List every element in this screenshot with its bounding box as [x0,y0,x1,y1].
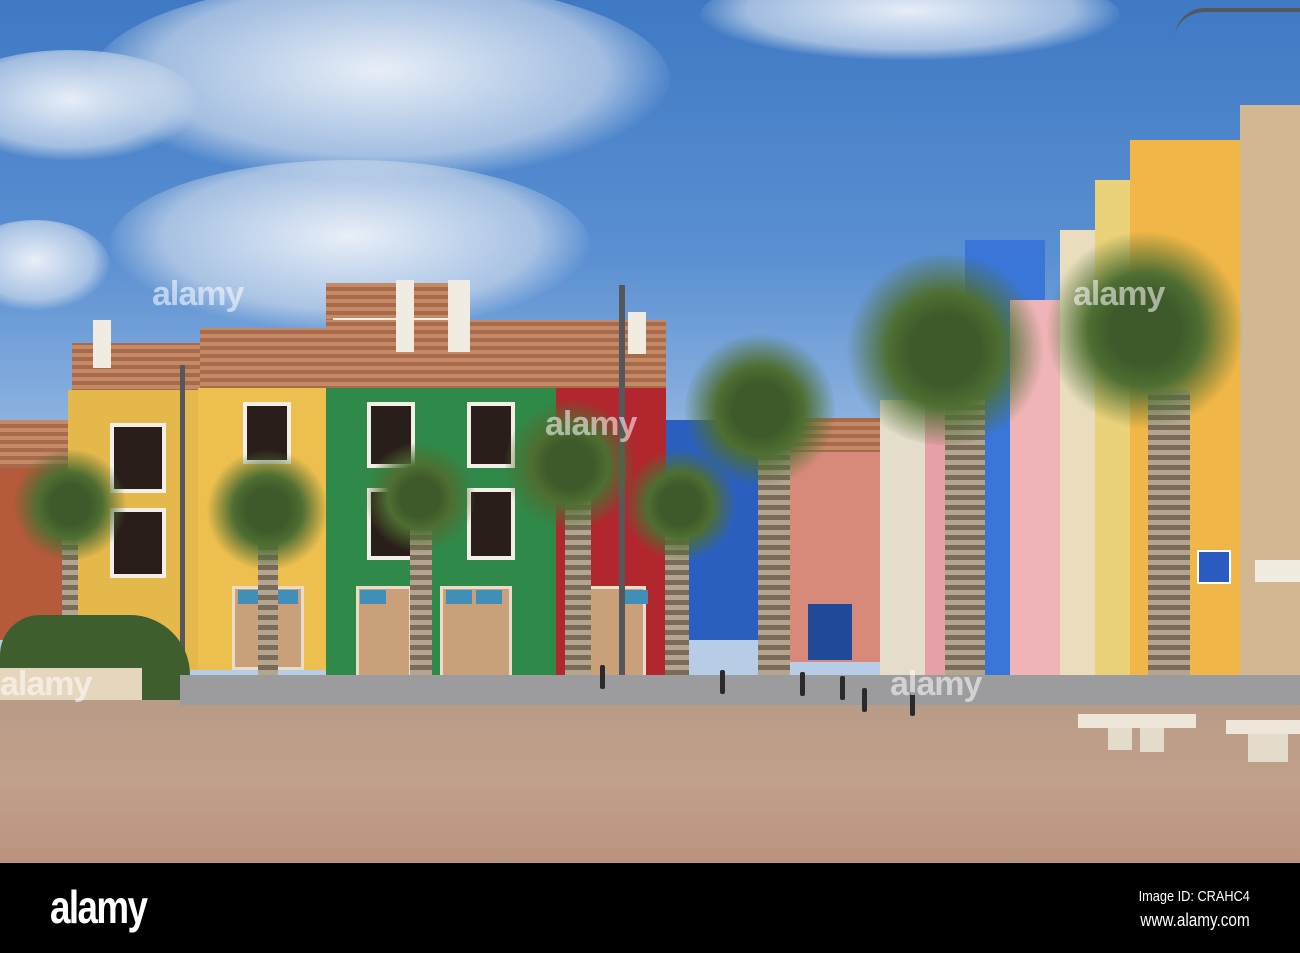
bench [1078,714,1196,728]
street-lamp [1175,8,1300,38]
chimney [448,280,470,352]
roof [200,328,330,390]
awning [1255,560,1300,582]
palm-crown [10,450,130,560]
bollard [862,688,867,712]
sign [622,590,648,604]
bollard [840,676,845,700]
roof [326,320,666,390]
palm-crown [685,330,835,490]
watermark: alamy [890,665,982,703]
watermark: alamy [152,275,244,313]
sign [360,590,386,604]
cloud [0,220,110,310]
sign [476,590,502,604]
cloud [700,0,1120,60]
palm-crown [205,450,330,570]
street-lamp [180,365,185,665]
bollard [720,670,725,694]
photo: alamy alamy alamy alamy alamy [0,0,1300,863]
door [808,604,852,660]
palm-crown [1045,230,1245,430]
bench [1226,720,1300,734]
palm-crown [840,255,1050,445]
sign [446,590,472,604]
watermark: alamy [1073,275,1165,313]
palm-crown [365,440,475,555]
chimney [628,312,646,354]
bench-leg [1248,734,1288,762]
image-id: Image ID: CRAHC4 [1138,888,1250,905]
bollard [800,672,805,696]
bench-leg [1140,728,1164,752]
alamy-logo: alamy [50,881,148,933]
watermark: alamy [0,665,92,703]
bollard [600,665,605,689]
watermark: alamy [545,405,637,443]
street [180,675,1300,705]
chimney [93,320,111,368]
chimney [396,280,414,352]
roof [326,283,450,323]
crosswalk-sign [1197,550,1231,584]
bench-leg [1108,728,1132,750]
building-grey [1240,105,1300,700]
website-link[interactable]: www.alamy.com [1141,910,1250,931]
